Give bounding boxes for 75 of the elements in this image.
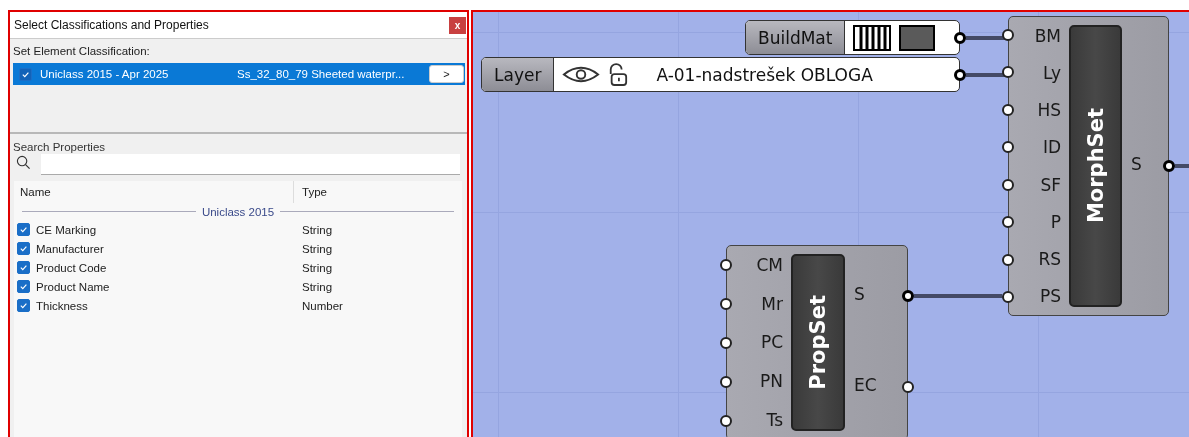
close-button[interactable]: x: [449, 16, 466, 34]
input-port[interactable]: [1002, 103, 1014, 116]
check-icon: [19, 282, 28, 291]
property-name: CE Marking: [36, 223, 97, 236]
port-label: Mr: [761, 293, 783, 314]
property-name: Thickness: [36, 299, 88, 312]
next-button[interactable]: >: [429, 65, 464, 83]
port-label: EC: [854, 375, 877, 396]
unlocked-lock-icon[interactable]: [608, 62, 629, 87]
eye-icon[interactable]: [562, 65, 601, 84]
classification-row[interactable]: Uniclass 2015 - Apr 2025 Ss_32_80_79 Sheeted waterpr... >: [13, 63, 465, 85]
property-type: String: [301, 242, 333, 255]
section-label: Set Element Classification:: [12, 44, 151, 59]
property-name: Manufacturer: [36, 242, 104, 255]
component-name: MorphSet: [1083, 108, 1108, 224]
node-label: Layer: [482, 58, 555, 91]
port-label: PS: [1039, 286, 1061, 307]
port-label: P: [1050, 211, 1061, 232]
input-port[interactable]: [1002, 253, 1014, 266]
search-icon: [16, 155, 31, 170]
port-label: S: [854, 283, 865, 304]
classification-system: Uniclass 2015 - Apr 2025: [40, 68, 170, 80]
search-label: Search Properties: [12, 140, 107, 154]
check-icon: [19, 301, 28, 310]
column-header[interactable]: Name: [14, 181, 294, 203]
check-icon: [19, 225, 28, 234]
parameter-node[interactable]: BuildMat: [745, 20, 960, 55]
input-port[interactable]: [720, 336, 732, 349]
port-label: BM: [1034, 25, 1061, 46]
property-type: String: [301, 223, 333, 236]
port-label: ID: [1042, 137, 1061, 158]
port-label: Ly: [1043, 62, 1061, 83]
checkbox[interactable]: [17, 280, 30, 293]
component-name: PropSet: [806, 295, 830, 390]
port-label: HS: [1037, 100, 1061, 121]
parameter-node[interactable]: Layer A-01-nadstrešek OBLOGA: [481, 57, 960, 92]
checkbox[interactable]: [19, 67, 32, 81]
input-port[interactable]: [720, 258, 732, 271]
hatch-swatch-icon: [853, 24, 892, 51]
input-port[interactable]: [1002, 66, 1014, 79]
property-type: String: [301, 280, 333, 293]
port-label: PN: [760, 371, 783, 392]
input-port[interactable]: [1002, 141, 1014, 154]
search-field[interactable]: [41, 154, 460, 175]
input-port[interactable]: [720, 375, 732, 388]
classification-code: Ss_32_80_79 Sheeted waterpr...: [237, 68, 406, 80]
port-label: S: [1131, 154, 1142, 174]
column-header[interactable]: Type: [294, 186, 327, 198]
check-icon: [19, 263, 28, 272]
port-label: Ts: [766, 409, 783, 430]
property-name: Product Name: [36, 280, 110, 293]
checkbox[interactable]: [17, 242, 30, 255]
property-type: Number: [301, 299, 343, 312]
property-type: String: [301, 261, 333, 274]
layer-name: A-01-nadstrešek OBLOGA: [656, 64, 873, 85]
node-label: BuildMat: [746, 21, 846, 54]
input-port[interactable]: [1002, 216, 1014, 229]
port-label: SF: [1040, 174, 1061, 195]
component-node[interactable]: BM Ly HS ID SF P RS PS MorphSet S: [1008, 16, 1169, 316]
window-title: Select Classifications and Properties: [14, 18, 209, 32]
port-label: PC: [760, 332, 783, 353]
port-label: CM: [756, 255, 783, 276]
input-port[interactable]: [720, 297, 732, 310]
checkbox[interactable]: [17, 261, 30, 274]
port-label: RS: [1038, 249, 1061, 270]
checkbox[interactable]: [17, 299, 30, 312]
check-icon: [19, 244, 28, 253]
input-port[interactable]: [1002, 178, 1014, 191]
checkbox[interactable]: [17, 223, 30, 236]
component-node[interactable]: CM Mr PC PN Ts PropSet S EC: [726, 245, 908, 437]
group-header: Uniclass 2015: [201, 205, 275, 218]
input-port[interactable]: [720, 414, 732, 427]
color-swatch-icon: [899, 24, 936, 51]
property-name: Product Code: [36, 261, 107, 274]
input-port[interactable]: [1002, 291, 1014, 304]
